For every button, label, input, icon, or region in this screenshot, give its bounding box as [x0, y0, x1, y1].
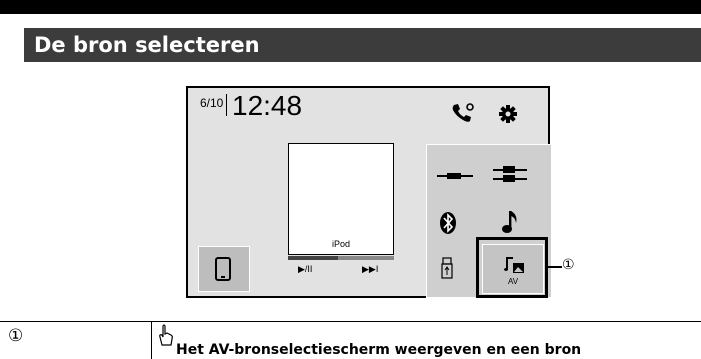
av-highlight-frame — [476, 237, 548, 298]
play-pause-button[interactable]: ▶/II — [298, 264, 312, 275]
table-row-text: Het AV-bronselectiescherm weergeven en e… — [176, 342, 582, 358]
progress-bar[interactable] — [288, 256, 394, 260]
progress-fill — [288, 256, 338, 260]
callout-number: ① — [562, 257, 575, 273]
music-note-icon[interactable] — [501, 209, 519, 235]
table-row-number: ① — [8, 326, 24, 346]
source-label: iPod — [331, 239, 350, 249]
tap-hand-icon — [159, 324, 173, 346]
table-column-divider — [151, 321, 152, 359]
usb-icon[interactable] — [441, 257, 453, 281]
rca-cable-icon[interactable] — [493, 165, 527, 185]
top-bar — [0, 0, 701, 14]
phone-source-button[interactable] — [198, 246, 250, 292]
mobile-phone-icon — [215, 257, 231, 281]
gear-icon[interactable] — [498, 104, 518, 124]
next-track-button[interactable]: ▶▶I — [362, 264, 378, 275]
clock-display: 12:48 — [232, 90, 303, 121]
aux-cable-icon[interactable] — [437, 171, 473, 181]
table-top-rule — [0, 321, 701, 322]
phone-call-icon[interactable] — [450, 102, 474, 124]
date-display: 6/10 — [200, 96, 224, 110]
section-heading: De bron selecteren — [24, 28, 701, 62]
date-separator — [226, 94, 227, 116]
callout-line — [548, 266, 562, 268]
bluetooth-icon[interactable] — [439, 211, 459, 235]
